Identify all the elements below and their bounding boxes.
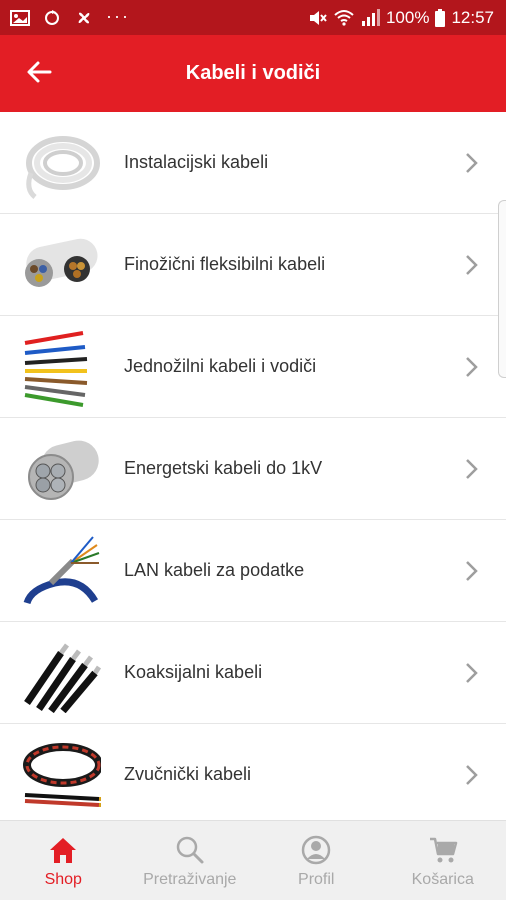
bottom-navigation: Shop Pretraživanje Profil Košarica	[0, 820, 506, 900]
mute-icon	[308, 9, 328, 27]
search-icon	[175, 835, 205, 865]
list-item[interactable]: LAN kabeli za podatke	[0, 520, 506, 622]
battery-percentage: 100%	[385, 7, 430, 27]
nav-label: Pretraživanje	[143, 871, 237, 888]
nav-label: Profil	[298, 871, 335, 888]
status-bar: ··· 100% 12:57	[0, 0, 506, 35]
single-wire-thumbnail	[20, 326, 102, 408]
nav-item-shop[interactable]: Shop	[0, 821, 127, 900]
list-item[interactable]: Jednožilni kabeli i vodiči	[0, 316, 506, 418]
chevron-right-icon	[464, 253, 480, 277]
status-bar-right: 100% 12:57	[308, 8, 494, 28]
category-label: LAN kabeli za podatke	[124, 560, 305, 580]
list-item[interactable]: Koaksijalni kabeli	[0, 622, 506, 724]
chevron-right-icon	[464, 763, 480, 787]
speaker-cable-thumbnail	[20, 734, 102, 816]
home-icon	[48, 835, 78, 865]
flexible-cable-thumbnail	[20, 224, 102, 306]
page-title: Kabeli i vodiči	[185, 62, 321, 84]
list-item[interactable]: Zvučnički kabeli	[0, 724, 506, 820]
app-bar: Kabeli i vodiči	[0, 35, 506, 112]
category-label: Instalacijski kabeli	[124, 152, 269, 172]
nav-item-cart[interactable]: Košarica	[380, 821, 506, 900]
installation-cable-thumbnail	[20, 122, 102, 204]
nav-label: Shop	[44, 871, 82, 888]
arrow-left-icon	[26, 60, 52, 89]
signal-icon	[360, 8, 380, 27]
image-icon	[10, 9, 30, 27]
list-item[interactable]: Finožični fleksibilni kabeli	[0, 214, 506, 316]
coaxial-cable-thumbnail	[20, 632, 102, 714]
nav-label: Košarica	[411, 871, 474, 888]
category-label: Koaksijalni kabeli	[124, 662, 263, 682]
scroll-edge-handle[interactable]	[498, 200, 506, 378]
list-item[interactable]: Instalacijski kabeli	[0, 112, 506, 214]
back-button[interactable]	[22, 57, 56, 91]
chevron-right-icon	[464, 559, 480, 583]
category-list: Instalacijski kabeli Finožični fleksibil…	[0, 112, 506, 820]
cart-icon	[428, 835, 458, 865]
chevron-right-icon	[464, 355, 480, 379]
category-label: Jednožilni kabeli i vodiči	[124, 356, 317, 376]
battery-icon	[435, 8, 446, 27]
chevron-right-icon	[464, 151, 480, 175]
category-label: Zvučnički kabeli	[124, 764, 252, 784]
nav-item-profile[interactable]: Profil	[253, 821, 380, 900]
wifi-icon	[334, 9, 354, 27]
status-bar-left: ···	[10, 5, 130, 27]
category-label: Energetski kabeli do 1kV	[124, 458, 323, 478]
chevron-right-icon	[464, 661, 480, 685]
category-label: Finožični fleksibilni kabeli	[124, 254, 326, 274]
more-dots-icon: ···	[106, 5, 130, 26]
profile-icon	[301, 835, 331, 865]
chevron-right-icon	[464, 457, 480, 481]
power-cable-thumbnail	[20, 428, 102, 510]
fan-icon	[74, 9, 94, 27]
recycle-icon	[42, 9, 62, 27]
lan-cable-thumbnail	[20, 530, 102, 612]
list-item[interactable]: Energetski kabeli do 1kV	[0, 418, 506, 520]
nav-item-search[interactable]: Pretraživanje	[127, 821, 254, 900]
clock-time: 12:57	[451, 7, 494, 27]
